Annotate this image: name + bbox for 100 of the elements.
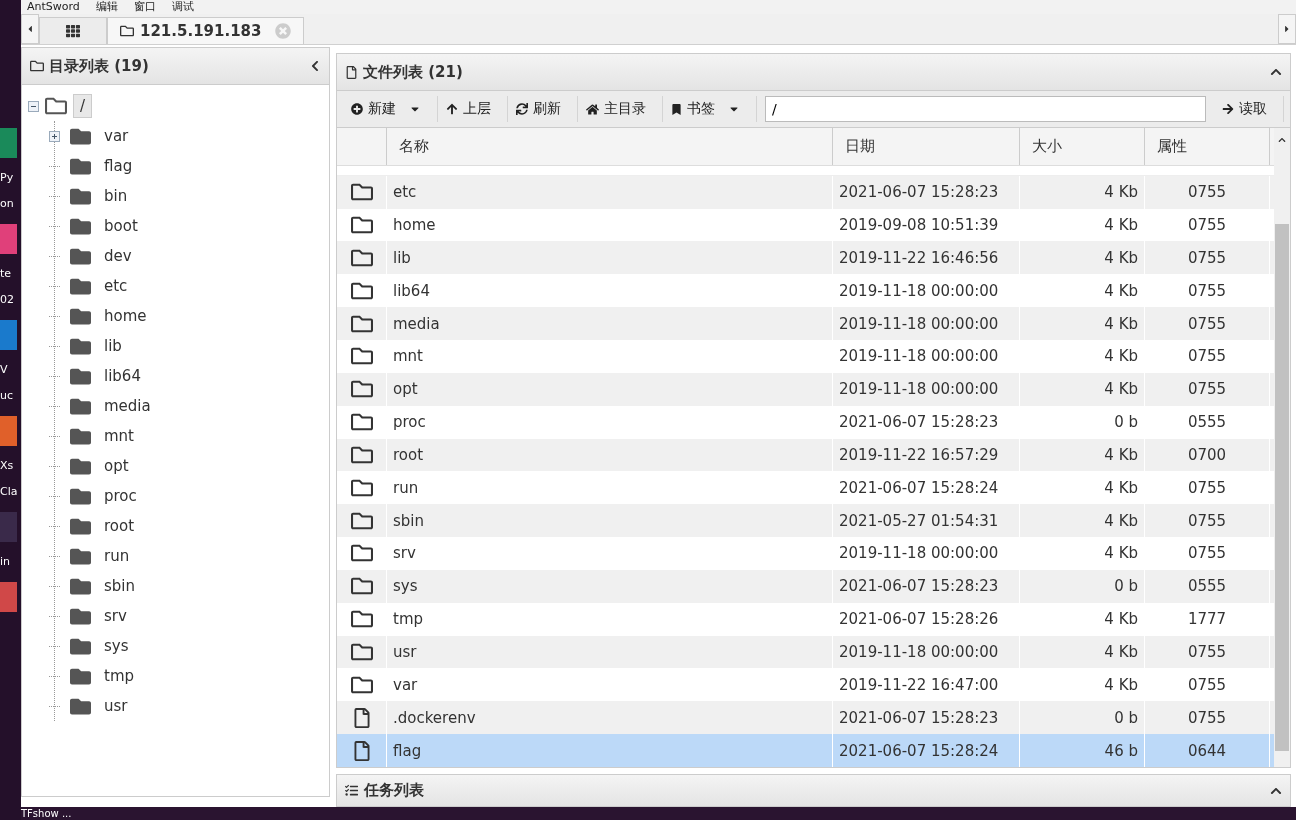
- scrollbar[interactable]: [1274, 128, 1290, 767]
- file-row[interactable]: .dockerenv 2021-06-07 15:28:23 0 b 0755: [337, 701, 1274, 735]
- taskbar-label[interactable]: TFshow ...: [21, 807, 72, 820]
- column-header[interactable]: 大小: [1020, 128, 1145, 165]
- file-date: 2021-05-27 01:54:31: [839, 511, 999, 530]
- desktop-label: V: [0, 364, 9, 376]
- toolbar-button[interactable]: 上层: [438, 96, 508, 122]
- file-date: 2019-11-18 00:00:00: [839, 544, 999, 563]
- file-mode: 0755: [1187, 347, 1227, 366]
- tree-item[interactable]: /: [73, 94, 93, 118]
- file-size: 4 Kb: [1104, 248, 1138, 267]
- tree-item[interactable]: media: [97, 394, 158, 418]
- tree-item[interactable]: bin: [97, 184, 135, 208]
- file-row[interactable]: flag 2021-06-07 15:28:24 46 b 0644: [337, 734, 1274, 767]
- tree-item[interactable]: etc: [97, 274, 135, 298]
- file-name: var: [393, 675, 418, 694]
- file-date: 2021-06-07 15:28:23: [839, 708, 999, 727]
- menu-item[interactable]: 调试: [171, 0, 194, 14]
- tree-item[interactable]: run: [97, 544, 137, 568]
- file-row[interactable]: sbin 2021-05-27 01:54:31 4 Kb 0755: [337, 504, 1274, 538]
- file-mode: 0755: [1187, 281, 1227, 300]
- tree-item[interactable]: usr: [97, 694, 135, 718]
- menu-item[interactable]: AntSword: [27, 0, 80, 14]
- file-size: 0 b: [1114, 577, 1138, 596]
- file-size: 4 Kb: [1104, 183, 1138, 202]
- tree-item[interactable]: sbin: [97, 574, 142, 598]
- refresh-icon: [516, 103, 528, 115]
- scroll-left-button[interactable]: [21, 14, 39, 44]
- toolbar-button[interactable]: 书签: [663, 96, 757, 122]
- grid-icon: [66, 24, 80, 38]
- scroll-right-button[interactable]: [1278, 14, 1296, 44]
- file-size: 46 b: [1104, 741, 1138, 760]
- collapse-toggle-icon[interactable]: [28, 100, 39, 112]
- file-name: media: [393, 314, 440, 333]
- file-mode: 0755: [1187, 314, 1227, 333]
- toolbar-button[interactable]: 主目录: [578, 96, 663, 122]
- tree-item[interactable]: sys: [97, 634, 136, 658]
- file-date: 2021-06-07 15:28:23: [839, 413, 999, 432]
- desktop-label: te: [0, 268, 13, 280]
- file-size: 4 Kb: [1104, 675, 1138, 694]
- file-date: 2021-06-07 15:28:24: [839, 741, 999, 760]
- column-header[interactable]: 属性: [1145, 128, 1270, 165]
- tree-item[interactable]: tmp: [97, 664, 141, 688]
- file-mode: 0755: [1187, 478, 1227, 497]
- tree-item[interactable]: boot: [97, 214, 145, 238]
- file-name: lib64: [393, 281, 430, 300]
- file-name: tmp: [393, 610, 423, 629]
- home-tab[interactable]: [39, 17, 107, 44]
- tree-item[interactable]: home: [97, 304, 154, 328]
- tree-item[interactable]: proc: [97, 484, 144, 508]
- file-name: usr: [393, 643, 417, 661]
- tree-item[interactable]: var: [97, 124, 136, 148]
- read-button[interactable]: 读取: [1214, 96, 1284, 122]
- file-mode: 1777: [1187, 610, 1227, 629]
- file-size: 4 Kb: [1104, 544, 1138, 563]
- tree-item[interactable]: lib64: [97, 364, 148, 388]
- file-mode: 0755: [1187, 708, 1227, 727]
- file-row[interactable]: root 2019-11-22 16:57:29 4 Kb 0700: [337, 438, 1274, 472]
- host-tab[interactable]: 121.5.191.183: [107, 17, 305, 44]
- tree-item[interactable]: lib: [97, 334, 129, 358]
- file-name: opt: [393, 380, 418, 399]
- file-mode: 0555: [1187, 413, 1227, 432]
- file-date: 2021-06-07 15:28:24: [839, 478, 999, 497]
- menu-item[interactable]: 窗口: [133, 0, 156, 14]
- column-header[interactable]: 名称: [387, 128, 833, 165]
- file-row[interactable]: etc 2021-06-07 15:28:23 4 Kb 0755: [337, 175, 1274, 209]
- collapse-icon[interactable]: [1270, 66, 1282, 78]
- collapse-icon[interactable]: [309, 60, 321, 72]
- tree-item[interactable]: srv: [97, 604, 134, 628]
- folder-icon: [350, 641, 373, 663]
- column-header[interactable]: 日期: [833, 128, 1020, 165]
- file-date: 2019-11-18 00:00:00: [839, 380, 999, 399]
- right-arrow-icon: [1222, 103, 1234, 115]
- expand-toggle-icon[interactable]: [49, 130, 60, 142]
- file-mode: 0755: [1187, 643, 1227, 661]
- file-name: root: [393, 445, 424, 464]
- tree-item[interactable]: dev: [97, 244, 139, 268]
- file-row[interactable]: lib 2019-11-22 16:46:56 4 Kb 0755: [337, 241, 1274, 275]
- menu-item[interactable]: 编辑: [95, 0, 118, 14]
- file-date: 2019-11-22 16:46:56: [839, 248, 999, 267]
- file-date: 2021-06-07 15:28:26: [839, 610, 999, 629]
- scroll-up-icon[interactable]: [1278, 136, 1286, 144]
- path-field[interactable]: /: [765, 96, 1206, 122]
- file-row[interactable]: usr 2019-11-18 00:00:00 4 Kb 0755: [337, 635, 1274, 669]
- panel-title: 目录列表 (19): [49, 56, 150, 76]
- file-row[interactable]: sys 2021-06-07 15:28:23 0 b 0555: [337, 569, 1274, 603]
- panel-title: 文件列表 (21): [363, 62, 464, 82]
- file-name: flag: [393, 741, 422, 760]
- file-date: 2019-11-22 16:47:00: [839, 675, 999, 694]
- panel-title: 任务列表: [364, 781, 425, 800]
- tree-item[interactable]: opt: [97, 454, 136, 478]
- tree-item[interactable]: mnt: [97, 424, 141, 448]
- tree-item[interactable]: flag: [97, 154, 140, 178]
- file-mode: 0555: [1187, 577, 1227, 596]
- file-row[interactable]: media 2019-11-18 00:00:00 4 Kb 0755: [337, 307, 1274, 340]
- tree-item[interactable]: root: [97, 514, 142, 538]
- file-row[interactable]: opt 2019-11-18 00:00:00 4 Kb 0755: [337, 372, 1274, 406]
- toolbar-button[interactable]: 新建: [343, 96, 438, 122]
- file-name: proc: [393, 413, 426, 432]
- toolbar-button[interactable]: 刷新: [508, 96, 578, 122]
